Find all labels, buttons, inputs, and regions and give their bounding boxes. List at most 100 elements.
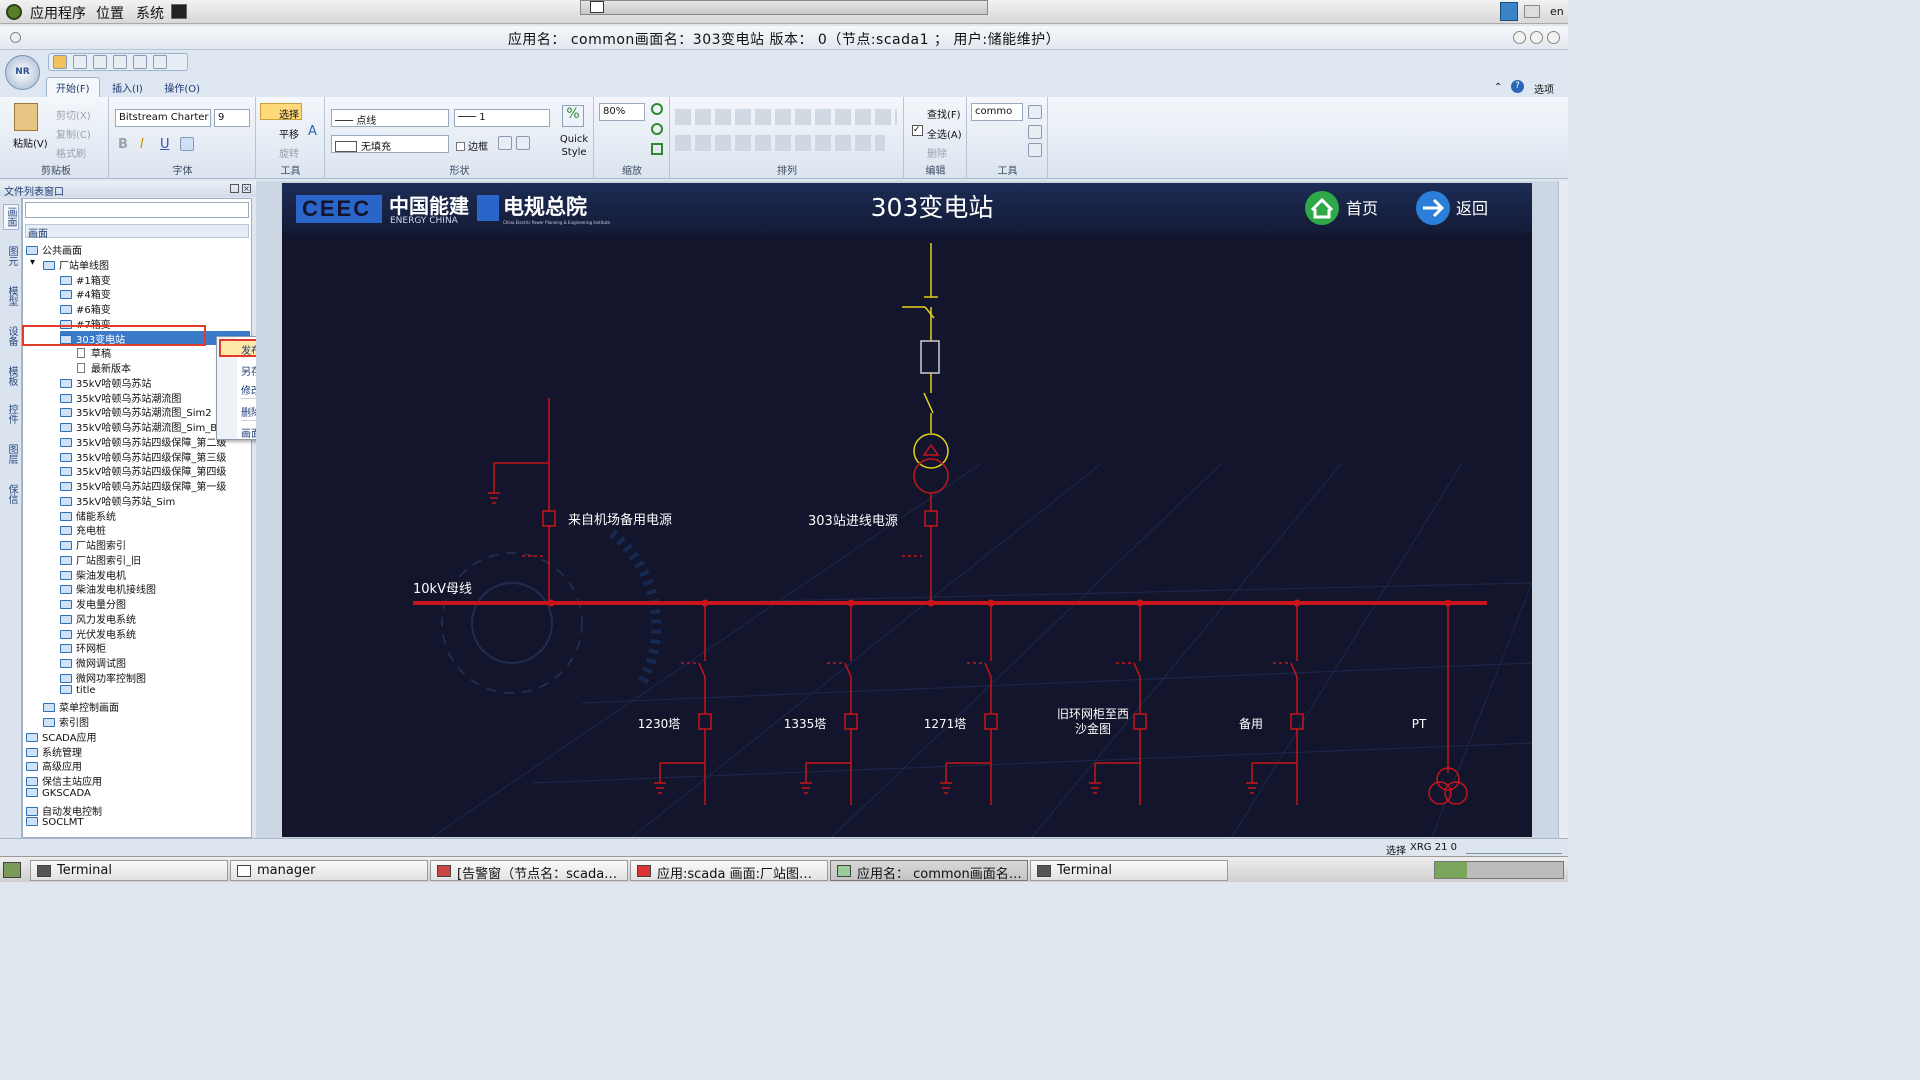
tree-item[interactable]: 自动发电控制 [26,803,102,818]
tree-item[interactable]: 风力发电系统 [60,611,136,626]
close-icon[interactable] [1547,31,1560,44]
tree-item[interactable]: 保信主站应用 [26,773,102,788]
tool-combo[interactable]: commo [971,103,1023,121]
tree-item[interactable]: GKSCADA [26,787,91,802]
diagram-canvas[interactable]: CEEC 中国能建 ENERGY CHINA 电规总院 China Electr… [282,183,1532,837]
tree-item[interactable]: 草稿 [77,345,111,360]
collapse-ribbon-icon[interactable]: ⌃ [1494,82,1502,93]
bold-button[interactable]: B [118,137,128,152]
side-tab-protection[interactable]: 保信 [3,484,19,504]
zoom-fit-icon[interactable] [651,143,663,155]
line-style-select[interactable]: ─── 点线 [331,109,449,127]
tree-item[interactable]: 35kV哈顿乌苏站潮流图_Sim_Ba [60,419,223,434]
font-size-select[interactable]: 9 [214,109,250,127]
options-menu[interactable]: 选项 [1534,81,1554,96]
side-tab-controls[interactable]: 控件 [3,404,19,424]
save-icon[interactable] [73,55,87,69]
tree-item[interactable]: 索引图 [43,714,89,729]
task-scada[interactable]: 应用:scada 画面:厂站图… [630,860,828,881]
publish-icon[interactable] [93,55,107,69]
text-tool-icon[interactable]: A [308,124,317,139]
align-icons-row1[interactable] [675,109,897,125]
help-icon[interactable]: ? [1511,80,1524,93]
tree-item[interactable]: 35kV哈顿乌苏站潮流图_Sim2 [60,404,212,419]
tree-item[interactable]: 最新版本 [77,360,131,375]
tree-item[interactable]: 35kV哈顿乌苏站四级保障_第四级 [60,463,226,478]
tree-item[interactable]: ▾ 厂站单线图 [30,257,109,272]
tree-item[interactable]: SOCLMT [26,817,84,831]
tree-item[interactable]: 35kV哈顿乌苏站四级保障_第三级 [60,449,226,464]
side-tab-models[interactable]: 模型 [3,286,19,306]
task-terminal-2[interactable]: Terminal [1030,860,1228,881]
find-button[interactable]: 查找(F) [927,106,961,121]
paste-icon[interactable] [14,103,38,131]
delete-button[interactable]: 删除 [927,145,947,160]
cut-button[interactable]: 剪切(X) [56,107,91,122]
task-manager[interactable]: manager [230,860,428,881]
maximize-icon[interactable] [1530,31,1543,44]
tree-item[interactable]: 储能系统 [60,508,116,523]
panel-close-icon[interactable]: × [242,184,251,193]
tree-item[interactable]: SCADA应用 [26,729,97,744]
border-checkbox[interactable]: 边框 [456,138,488,153]
task-editor-active[interactable]: 应用名： common画面名… [830,860,1028,881]
minimize-icon[interactable] [1513,31,1526,44]
app-orb-button[interactable]: NR [5,55,40,90]
tree-item[interactable]: 充电桩 [60,522,106,537]
fill-color-icon[interactable] [516,136,530,150]
zoom-in-icon[interactable] [651,123,663,135]
quick-style-icon[interactable]: % [562,105,584,127]
applications-menu[interactable]: 应用程序 [30,3,86,23]
copy-button[interactable]: 复制(C) [56,126,91,141]
side-tab-templates[interactable]: 模板 [3,366,19,386]
show-desktop-icon[interactable] [3,862,21,878]
tree-item[interactable]: 35kV哈顿乌苏站_Sim [60,493,175,508]
tree-item[interactable]: 厂站图索引_旧 [60,552,141,567]
pin-icon[interactable] [590,1,604,13]
tree-item[interactable]: 环网柜 [60,640,106,655]
zoom-out-icon[interactable] [651,103,663,115]
side-tab-pictures[interactable]: 画面 [3,204,19,230]
side-tab-layers[interactable]: 图层 [3,444,19,464]
tree-item[interactable]: 35kV哈顿乌苏站四级保障_第二级 [60,434,226,449]
search-tool-icon[interactable] [1028,105,1042,119]
align-icons-row2[interactable] [675,135,885,151]
task-terminal-1[interactable]: Terminal [30,860,228,881]
gnome-foot-icon[interactable] [6,4,22,20]
tree-item[interactable]: 厂站图索引 [60,537,126,552]
tree-item[interactable]: 高级应用 [26,758,82,773]
italic-button[interactable]: I [140,137,144,152]
tree-item[interactable]: 35kV哈顿乌苏站四级保障_第一级 [60,478,226,493]
tree-item[interactable]: #6箱变 [60,301,111,316]
tree-item[interactable]: 柴油发电机 [60,567,126,582]
pan-tool-button[interactable]: 平移 [279,126,299,141]
tree-item[interactable]: #1箱变 [60,272,111,287]
network-icon[interactable] [1500,2,1518,21]
tab-insert[interactable]: 插入(I) [103,78,152,98]
tree-item[interactable]: 柴油发电机接线图 [60,581,156,596]
language-indicator[interactable]: en [1550,5,1564,18]
tab-operate[interactable]: 操作(O) [155,78,209,98]
line-width-select[interactable]: ─── 1 [454,109,550,127]
select-tool-button[interactable]: 选择 [260,103,302,121]
vertical-scrollbar[interactable] [1558,181,1568,838]
tree-filter-select[interactable] [25,202,249,218]
tree-item[interactable]: 微网功率控制图 [60,670,146,685]
tab-start[interactable]: 开始(F) [46,77,100,97]
select-all-button[interactable]: 全选(A) [927,126,962,141]
zoom-select[interactable]: 80% [599,103,645,121]
quick-style-button[interactable]: Quick Style [558,133,590,159]
line-color-icon[interactable] [498,136,512,150]
task-alarm[interactable]: [告警窗（节点名：scada… [430,860,628,881]
font-color-icon[interactable] [180,137,194,151]
open-icon[interactable] [53,55,67,69]
tree-item[interactable]: 菜单控制画面 [43,699,119,714]
zoom-slider[interactable] [1466,842,1562,854]
tree-item[interactable]: title [60,684,96,699]
font-family-select[interactable]: Bitstream Charter [115,109,211,127]
paste-button[interactable]: 粘贴(V) [13,135,48,150]
fill-select[interactable]: 无填充 [331,135,449,153]
system-menu[interactable]: 系统 [136,3,164,23]
places-menu[interactable]: 位置 [96,3,124,23]
tree-item[interactable]: 发电量分图 [60,596,126,611]
